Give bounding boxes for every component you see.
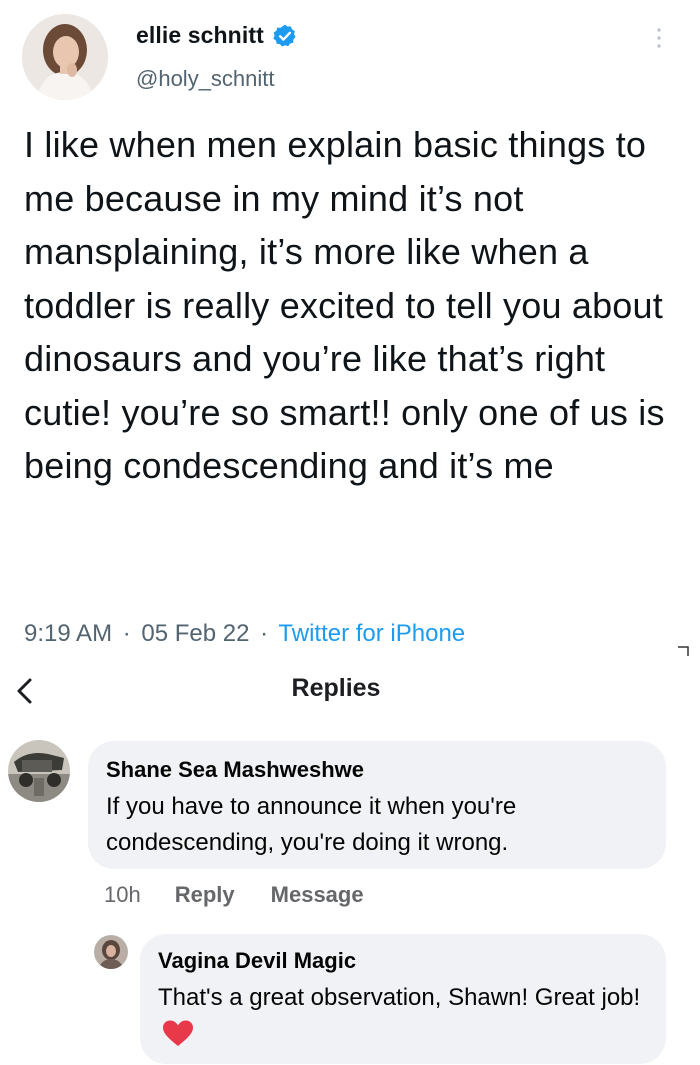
tweet-time: 9:19 AM [24,620,113,647]
commenter-name[interactable]: Shane Sea Mashweshwe [106,757,364,783]
author-name[interactable]: ellie schnitt [136,22,264,49]
comment-actions: 10h Reply Message [104,882,364,908]
commenter-avatar-image [8,740,70,802]
author-avatar[interactable] [22,14,108,100]
tweet-source-link[interactable]: Twitter for iPhone [278,620,465,647]
commenter-avatar[interactable] [8,740,70,802]
message-button[interactable]: Message [271,882,364,908]
author-name-row: ellie schnitt [136,22,298,49]
reply-bubble: Vagina Devil Magic That's a great observ… [140,934,666,1064]
meta-separator: · [122,620,131,647]
replies-title: Replies [291,674,381,702]
comment-text: If you have to announce it when you're c… [106,793,517,856]
reply-commenter-name[interactable]: Vagina Devil Magic [158,948,356,974]
comment-bubble: Shane Sea Mashweshwe If you have to anno… [88,741,666,869]
more-options-icon[interactable] [654,26,664,50]
comment-time: 10h [104,882,141,907]
reply-commenter-avatar-image [94,935,128,969]
reply-text-block: That's a great observation, Shawn! Great… [158,980,658,1052]
reply-text: That's a great observation, Shawn! Great… [158,984,641,1011]
reply-commenter-avatar[interactable] [94,935,128,969]
verified-badge-icon [272,23,298,49]
tweet-date: 05 Feb 22 [141,620,250,647]
tweet-text: I like when men explain basic things to … [24,124,665,486]
meta-separator: · [260,620,269,647]
heart-icon [162,1019,194,1047]
corner-arrow-icon [676,644,690,658]
reply-button[interactable]: Reply [175,882,235,908]
author-avatar-image [22,14,108,100]
tweet-metadata: 9:19 AM · 05 Feb 22 · Twitter for iPhone [24,620,465,648]
author-handle[interactable]: @holy_schnitt [136,66,275,92]
